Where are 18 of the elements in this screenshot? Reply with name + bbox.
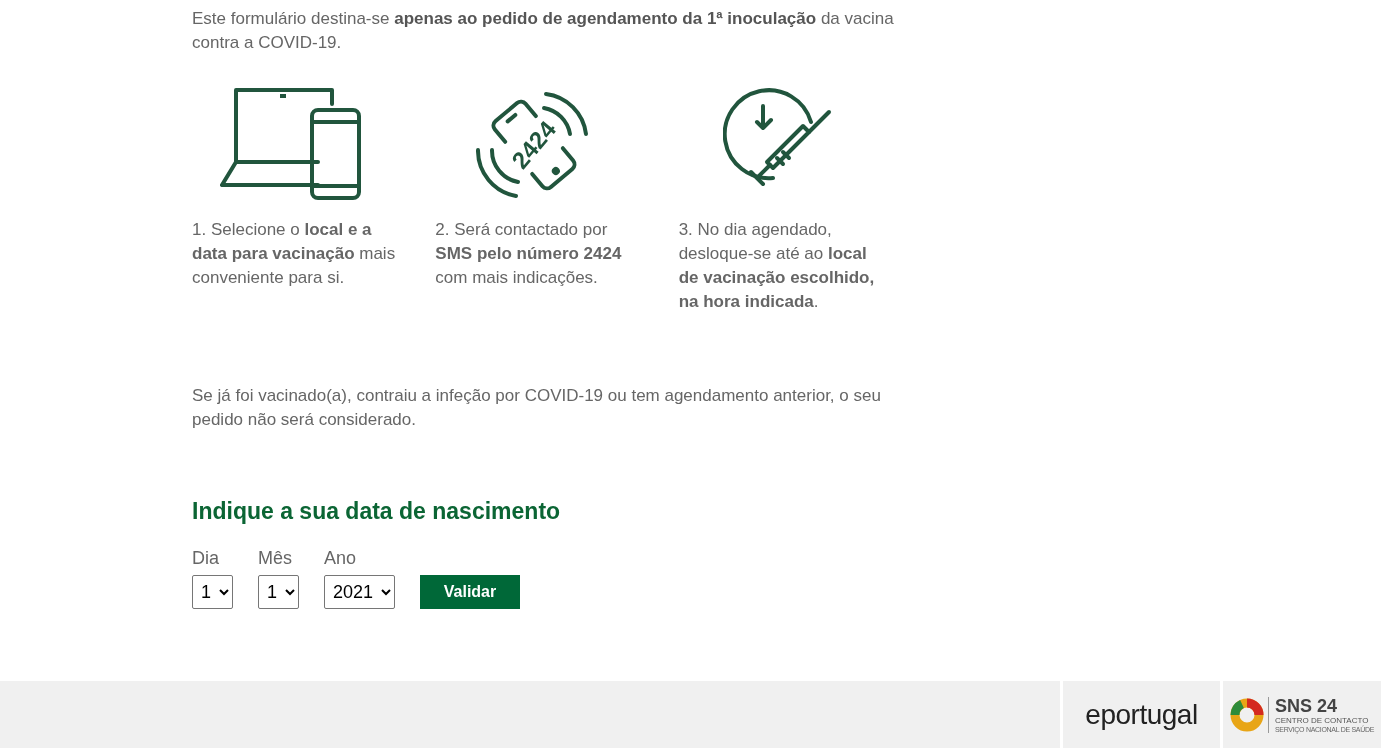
date-select[interactable]: 2021 xyxy=(324,574,395,609)
step-text: 1. Selecione o local e a data para vacinação mais conveniente para si. xyxy=(192,219,397,289)
field-label: Dia xyxy=(192,546,220,569)
sns-title: SNS 24 xyxy=(1274,696,1338,715)
intro-text: Este formulário destina-se apenas ao pedido de agendamento da 1ª inoculação da vacina contra a COVID-19. xyxy=(192,8,895,54)
eportugal-logo[interactable]: eportugal xyxy=(1063,681,1220,748)
laptop-and-phone-icon xyxy=(220,88,363,202)
date-select[interactable]: 1 xyxy=(258,574,299,609)
ring-logo-icon xyxy=(1229,697,1264,732)
step-text: 3. No dia agendado, desloque-se até ao local de vacinação escolhido, na hora indicada. xyxy=(678,219,876,313)
field-label: Ano xyxy=(324,546,358,569)
form-heading: Indique a sua data de nascimento xyxy=(192,497,562,526)
field-label: Mês xyxy=(258,546,293,569)
validate-button[interactable]: Validar xyxy=(420,574,520,609)
sns-subtitle: CENTRO DE CONTACTO xyxy=(1274,716,1370,725)
step-text: 2. Será contactado por SMS pelo número 2424 com mais indicações. xyxy=(435,219,623,289)
date-select[interactable]: 1 xyxy=(192,574,233,609)
notice-text: Se já foi vacinado(a), contraiu a infeção por COVID-19 ou tem agendamento anterior, o seu pedido não será considerado. xyxy=(192,385,882,431)
